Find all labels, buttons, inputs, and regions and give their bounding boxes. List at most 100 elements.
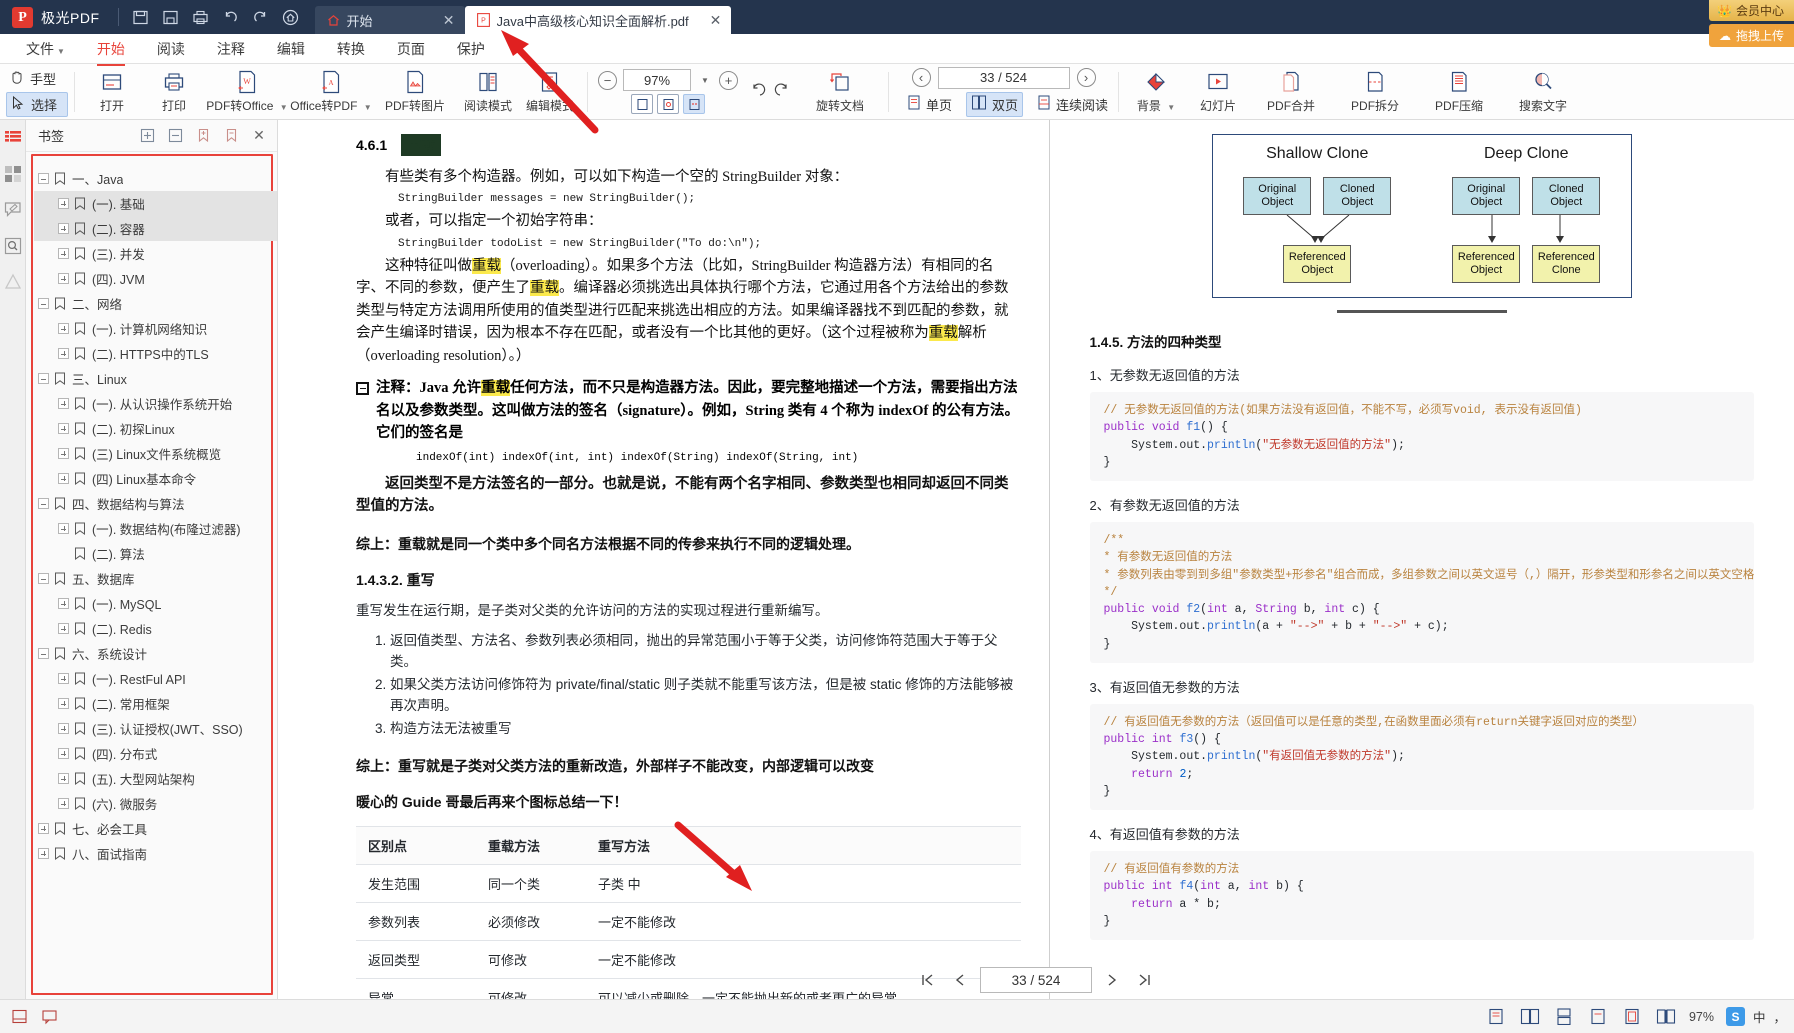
expand-icon[interactable] [38,823,49,834]
bookmark-item[interactable]: (一). 计算机网络知识 [34,316,277,341]
bookmark-item[interactable]: (四). 分布式 [34,741,277,766]
expand-icon[interactable] [58,598,69,609]
fit-width-icon[interactable] [631,94,653,114]
bookmark-item[interactable]: (一). MySQL [34,591,277,616]
expand-icon[interactable] [58,673,69,684]
menu-protect[interactable]: 保护 [441,35,501,63]
menu-convert[interactable]: 转换 [321,35,381,63]
expand-icon[interactable] [58,323,69,334]
page-number-field[interactable]: 33 / 524 [938,67,1070,89]
fit-page-icon[interactable] [1621,1007,1643,1027]
collapse-icon[interactable] [38,298,49,309]
menu-file[interactable]: 文件▼ [10,35,81,63]
tab-document[interactable]: P Java中高级核心知识全面解析.pdf ✕ [465,6,732,34]
home-circle-icon[interactable] [277,5,305,29]
expand-icon[interactable] [58,723,69,734]
close-icon[interactable]: ✕ [429,12,455,29]
fit-page-icon[interactable] [657,94,679,114]
rotate-right-button[interactable] [770,80,798,104]
bookmark-item[interactable]: (二). 常用框架 [34,691,277,716]
bookmark-item[interactable]: (四) Linux基本命令 [34,466,277,491]
previous-page-button[interactable] [948,968,972,992]
expand-icon[interactable] [58,623,69,634]
expand-icon[interactable] [58,198,69,209]
search-text-button[interactable]: 搜索文字 [1501,65,1585,119]
bookmark-item[interactable]: 三、Linux [34,366,277,391]
edit-mode-button[interactable]: 编辑模式 [519,65,581,119]
print-button[interactable]: 打印 [143,65,205,119]
collapse-all-icon[interactable] [163,125,187,147]
expand-icon[interactable] [58,448,69,459]
zoom-out-button[interactable]: − [598,71,617,90]
continuous-view-icon[interactable] [1553,1007,1575,1027]
previous-page-button[interactable]: ‹ [912,68,931,87]
single-page-view-icon[interactable] [1485,1007,1507,1027]
fit-width-icon[interactable] [1587,1007,1609,1027]
collapse-icon[interactable] [38,173,49,184]
collapse-icon[interactable] [38,648,49,659]
bookmark-item[interactable]: (二). 算法 [34,541,277,566]
bookmark-item[interactable]: 五、数据库 [34,566,277,591]
page-indicator-field[interactable]: 33 / 524 [980,967,1092,993]
drag-upload-button[interactable]: ☁ 拖拽上传 [1709,24,1794,47]
redo-icon[interactable] [247,5,275,29]
last-page-button[interactable] [1132,968,1156,992]
bookmark-item[interactable]: 六、系统设计 [34,641,277,666]
menu-start[interactable]: 开始 [81,35,141,63]
bookmark-item[interactable]: (二). HTTPS中的TLS [34,341,277,366]
first-page-button[interactable] [916,968,940,992]
pdf-to-image-button[interactable]: PDF转图片 [373,65,457,119]
bookmark-item[interactable]: (三). 并发 [34,241,277,266]
save-icon[interactable] [157,5,185,29]
zoom-in-button[interactable]: + [719,71,738,90]
search-rail-icon[interactable] [3,236,23,256]
expand-icon[interactable] [58,398,69,409]
slideshow-button[interactable]: 幻灯片 [1187,65,1249,119]
bookmark-item[interactable]: (一). RestFul API [34,666,277,691]
collapse-icon[interactable] [38,573,49,584]
bookmark-item[interactable]: 四、数据结构与算法 [34,491,277,516]
ime-punctuation[interactable]: ， [1773,1007,1786,1026]
document-viewer[interactable]: 4.6.1 重载 有些类有多个构造器。例如，可以如下构造一个空的 StringB… [278,120,1794,999]
bookmark-item[interactable]: 一、Java [34,166,277,191]
collapse-icon[interactable] [38,373,49,384]
background-button[interactable]: 背景 ▼ [1125,65,1187,119]
pdf-to-office-button[interactable]: W PDF转Office ▼ [205,65,289,119]
close-icon[interactable]: ✕ [696,12,722,29]
expand-icon[interactable] [58,523,69,534]
facing-page-view-icon[interactable] [1519,1007,1541,1027]
bookmark-item[interactable]: (三). 认证授权(JWT、SSO) [34,716,277,741]
bookmark-item[interactable]: (二). 初探Linux [34,416,277,441]
ime-language[interactable]: 中 [1753,1007,1766,1026]
attachment-panel-icon[interactable] [8,1007,30,1027]
expand-all-icon[interactable] [135,125,159,147]
actual-size-icon[interactable] [683,94,705,114]
signature-rail-icon[interactable] [3,272,23,292]
expand-icon[interactable] [58,423,69,434]
expand-icon[interactable] [58,773,69,784]
bookmark-item[interactable]: (二). 容器 [34,216,277,241]
zoom-dropdown-icon[interactable]: ▼ [697,69,713,91]
ime-indicator[interactable]: S 中 ， [1726,1007,1786,1026]
expand-icon[interactable] [58,798,69,809]
status-zoom-label[interactable]: 97% [1689,1010,1714,1024]
expand-icon[interactable] [58,698,69,709]
expand-icon[interactable] [58,248,69,259]
pdf-merge-button[interactable]: PDF合并 [1249,65,1333,119]
continuous-read-button[interactable]: 连续阅读 [1033,93,1112,116]
bookmark-item[interactable]: (六). 微服务 [34,791,277,816]
select-mode-button[interactable]: 选择 [6,92,68,117]
bookmark-item[interactable]: 八、面试指南 [34,841,277,866]
menu-annotate[interactable]: 注释 [201,35,261,63]
bookmark-item[interactable]: (一). 基础 [34,191,277,216]
next-page-button[interactable] [1100,968,1124,992]
bookmark-item[interactable]: (五). 大型网站架构 [34,766,277,791]
bookmark-item[interactable]: 二、网络 [34,291,277,316]
print-icon[interactable] [187,5,215,29]
double-page-button[interactable]: 双页 [966,92,1023,117]
close-panel-icon[interactable]: ✕ [247,125,271,147]
menu-edit[interactable]: 编辑 [261,35,321,63]
menu-page[interactable]: 页面 [381,35,441,63]
hand-mode-button[interactable]: 手型 [6,67,68,90]
save-as-icon[interactable] [127,5,155,29]
